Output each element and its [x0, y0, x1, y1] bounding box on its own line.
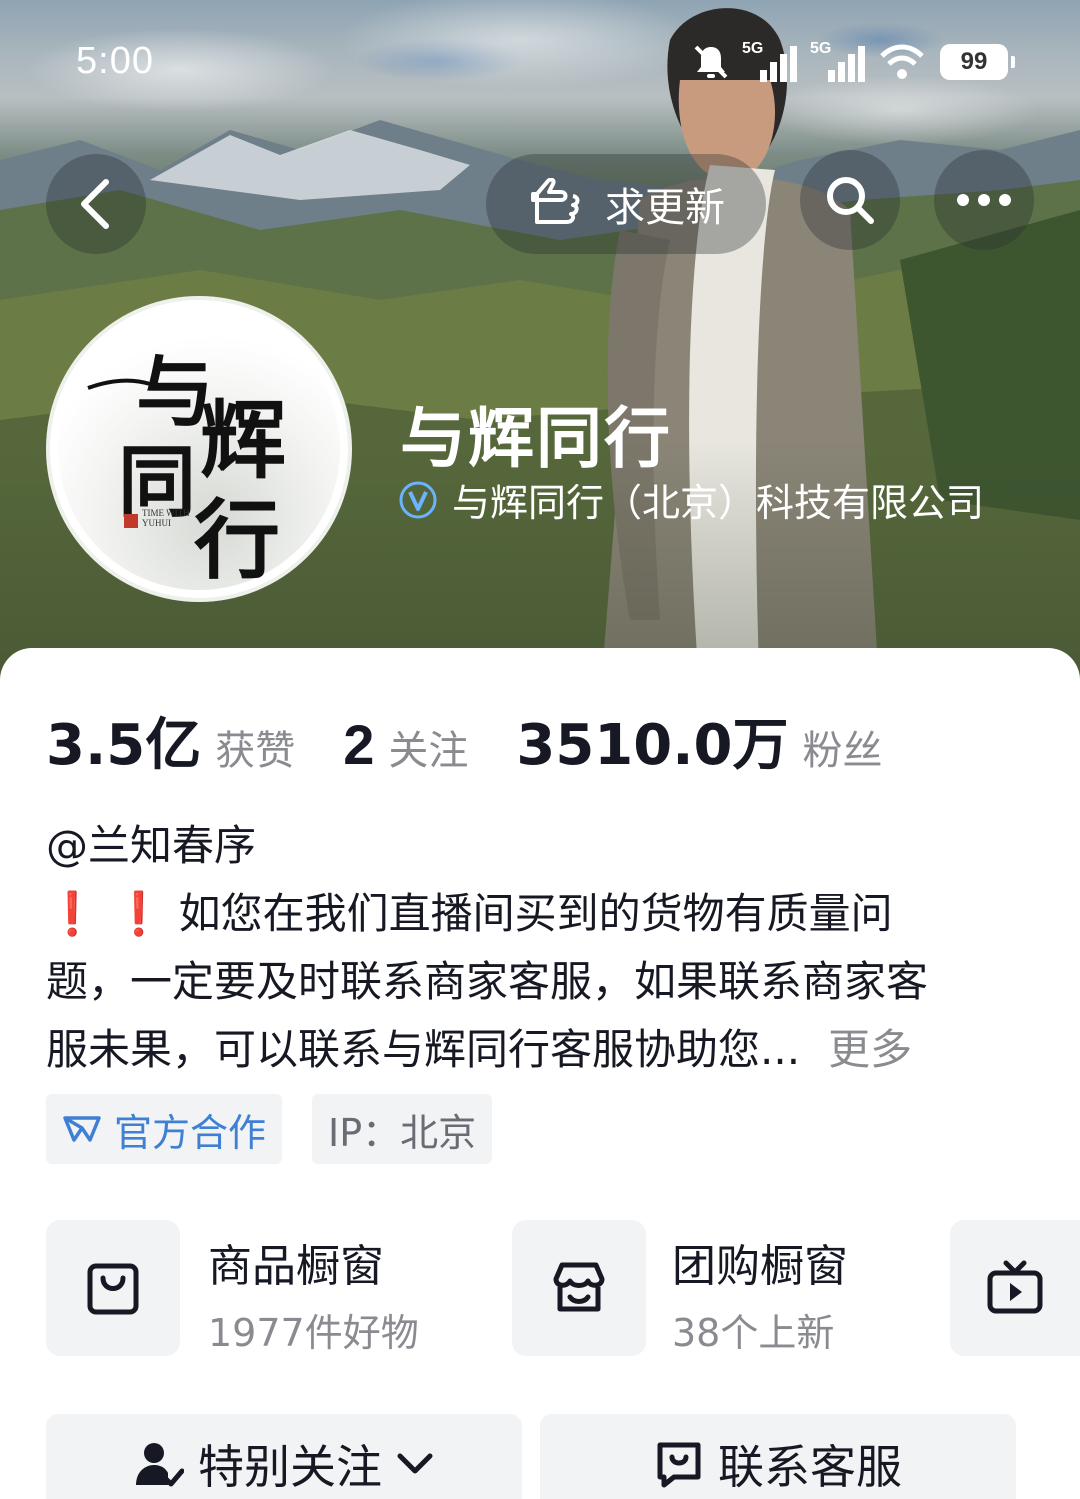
avatar-english: TIME WITH YUHUI	[142, 508, 190, 528]
bio-mention[interactable]: @兰知春序	[46, 812, 1036, 880]
back-button[interactable]	[46, 154, 146, 254]
search-icon	[827, 177, 874, 224]
signal-icon-1: 5G	[742, 40, 800, 84]
stat-following-value: 2	[343, 713, 375, 776]
avatar-char-4: 行	[194, 490, 280, 591]
battery-indicator: 99	[940, 44, 1015, 80]
contact-service-label: 联系客服	[718, 1440, 902, 1494]
bio-line-3: 服未果，可以联系与辉同行客服协助您... 更多	[46, 1016, 1036, 1084]
ip-location-tag: IP：北京	[312, 1094, 493, 1164]
chevron-left-icon	[81, 179, 109, 229]
product-window-subtitle: 1977件好物	[208, 1311, 419, 1355]
stat-followers-label: 粉丝	[802, 728, 883, 774]
bio-line-3-text: 服未果，可以联系与辉同行客服协助您...	[46, 1025, 801, 1074]
bio-line-1: ❗ ❗ 如您在我们直播间买到的货物有质量问	[46, 880, 1036, 948]
partner-icon	[63, 1116, 101, 1142]
verified-badge-icon	[399, 481, 437, 518]
stat-followers-value: 3510.0万	[516, 713, 789, 778]
special-follow-label: 特别关注	[198, 1440, 382, 1494]
stat-following-label: 关注	[388, 728, 469, 774]
product-window-title[interactable]: 商品橱窗	[208, 1230, 384, 1294]
live-card[interactable]	[950, 1220, 1080, 1356]
product-window-card[interactable]	[46, 1220, 180, 1356]
contact-service-button[interactable]: 联系客服	[540, 1414, 1016, 1499]
stats-row: 3.5亿 获赞 2 关注 3510.0万 粉丝	[46, 700, 882, 781]
alert-icon: ❗ ❗	[46, 889, 166, 938]
avatar[interactable]: 与 辉 同 行 TIME WITH YUHUI	[46, 296, 352, 602]
special-follow-button[interactable]: 特别关注	[46, 1414, 522, 1499]
avatar-seal	[124, 514, 138, 528]
group-buy-window-subtitle: 38个上新	[672, 1311, 835, 1355]
official-partner-label: 官方合作	[114, 1110, 267, 1155]
stat-following[interactable]: 2 关注	[343, 712, 468, 777]
status-icons: 5G 5G 99	[690, 34, 1015, 90]
wifi-icon	[880, 44, 924, 79]
user-check-icon	[136, 1443, 184, 1487]
stat-followers[interactable]: 3510.0万 粉丝	[516, 700, 882, 781]
stat-likes[interactable]: 3.5亿 获赞	[46, 700, 295, 781]
request-update-label: 求更新	[605, 185, 725, 231]
storefront-icon	[553, 1262, 605, 1312]
chevron-down-icon	[397, 1453, 433, 1474]
profile-name: 与辉同行	[400, 400, 672, 477]
bio-more-link[interactable]: 更多	[828, 1025, 912, 1074]
more-options-button[interactable]	[934, 150, 1034, 250]
verification-text: 与辉同行（北京）科技有限公司	[452, 481, 985, 525]
stat-likes-value: 3.5亿	[46, 713, 202, 778]
shopping-bag-icon	[87, 1263, 139, 1315]
group-buy-window-title[interactable]: 团购橱窗	[672, 1230, 848, 1294]
official-partner-tag[interactable]: 官方合作	[46, 1094, 283, 1164]
tv-play-icon	[987, 1260, 1043, 1314]
request-update-button[interactable]: 求更新	[486, 154, 766, 254]
group-buy-window-card[interactable]	[512, 1220, 646, 1356]
stat-likes-label: 获赞	[215, 728, 296, 774]
chat-bubble-icon	[657, 1442, 701, 1488]
pointing-hand-icon	[531, 178, 580, 224]
verification-row: 与辉同行（北京）科技有限公司	[398, 472, 984, 527]
mute-icon	[694, 45, 728, 79]
profile-bio[interactable]: @兰知春序 ❗ ❗ 如您在我们直播间买到的货物有质量问 题，一定要及时联系商家客…	[46, 812, 1036, 1084]
signal-icon-2: 5G	[810, 40, 868, 84]
bio-line-2: 题，一定要及时联系商家客服，如果联系商家客	[46, 957, 929, 1006]
status-time: 5:00	[76, 40, 154, 82]
bio-line-1-text: 如您在我们直播间买到的货物有质量问	[178, 889, 893, 938]
more-dots-icon	[957, 194, 1011, 206]
search-button[interactable]	[800, 150, 900, 250]
